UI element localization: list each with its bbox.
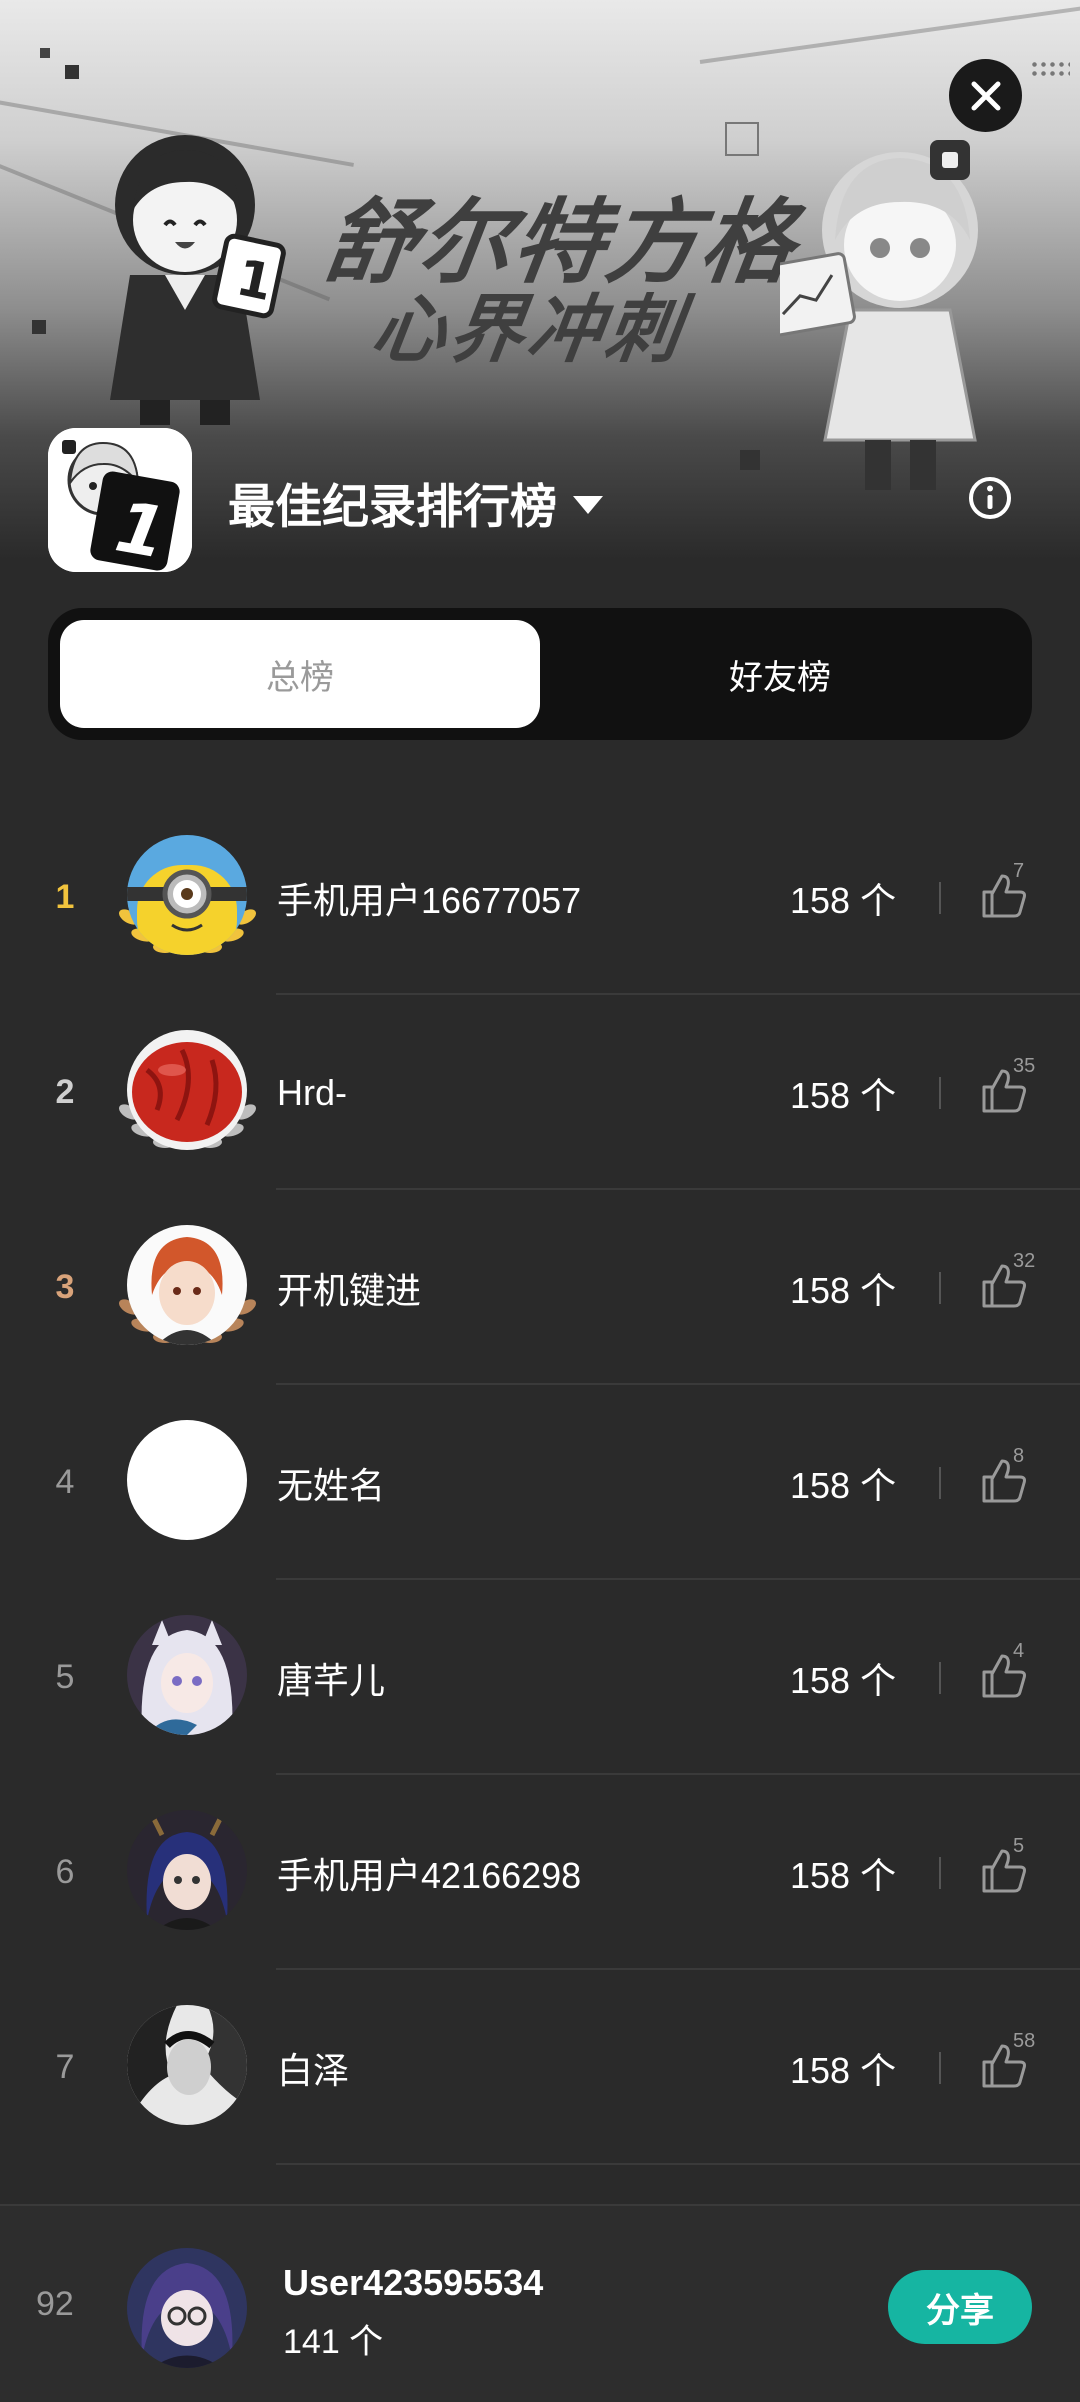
anime-darkhair-avatar — [127, 1810, 247, 1930]
divider — [939, 2052, 941, 2084]
divider — [939, 1467, 941, 1499]
rank-number: 6 — [55, 1853, 75, 1891]
game-logo-icon: 1 — [48, 428, 192, 572]
score: 158 个 — [790, 879, 897, 921]
decor-square — [725, 122, 759, 156]
chibi-girl-left-illustration: 1 — [110, 135, 286, 425]
like-count: 4 — [1013, 1640, 1025, 1662]
leaderboard-row[interactable]: 5 唐芊儿 158 个 4 — [0, 1580, 1080, 1775]
divider — [939, 1857, 941, 1889]
banner-title-line1: 舒尔特方格 — [318, 189, 804, 296]
username: 开机键进 — [277, 1269, 422, 1311]
rank-number: 2 — [55, 1073, 75, 1111]
row-divider — [276, 2163, 1080, 2165]
divider — [939, 1272, 941, 1304]
decor-square — [32, 320, 46, 334]
score: 158 个 — [790, 1074, 897, 1116]
rank-number: 4 — [55, 1463, 75, 1501]
banner-title-line2: 心界冲刺 — [366, 286, 691, 373]
score: 158 个 — [790, 1464, 897, 1506]
score: 158 个 — [790, 1659, 897, 1701]
caret-down-icon — [573, 495, 603, 514]
divider — [939, 1662, 941, 1694]
like-count: 32 — [1013, 1250, 1036, 1272]
username: 白泽 — [277, 2049, 350, 2091]
username: 手机用户16677057 — [277, 879, 582, 921]
my-username: User423595534 — [283, 2262, 544, 2303]
blank-avatar — [127, 1420, 247, 1540]
red-date-avatar — [127, 1030, 247, 1150]
score: 158 个 — [790, 1854, 897, 1896]
decor-dots — [1030, 60, 1070, 80]
leaderboard-row[interactable]: 6 手机用户42166298 158 个 5 — [0, 1775, 1080, 1970]
anime-whitehair-avatar — [127, 1615, 247, 1735]
decor-ray — [699, 1, 1080, 64]
monochrome-avatar — [127, 2005, 247, 2125]
info-icon[interactable] — [967, 475, 1013, 521]
like-count: 5 — [1013, 1835, 1025, 1857]
leaderboard-row[interactable]: 3 开机键进 158 个 32 — [0, 1190, 1080, 1385]
like-count: 8 — [1013, 1445, 1025, 1467]
divider — [939, 882, 941, 914]
username: 手机用户42166298 — [277, 1854, 582, 1896]
chibi-girl-right-illustration — [780, 140, 978, 490]
leaderboard-tabs: 总榜 好友榜 — [48, 608, 1032, 740]
like-count: 58 — [1013, 2030, 1036, 2052]
score: 158 个 — [790, 2049, 897, 2091]
leaderboard-title-dropdown[interactable]: 最佳纪录排行榜 — [228, 468, 603, 537]
close-icon — [971, 81, 1000, 110]
username: 唐芊儿 — [277, 1659, 386, 1701]
close-button[interactable] — [949, 59, 1022, 132]
share-button[interactable]: 分享 — [888, 2270, 1032, 2344]
app-icon: 1 — [48, 428, 192, 572]
my-rank-bar: 92 User423595534 141 个 分享 — [0, 2204, 1080, 2402]
leaderboard-list: 1 手机用户16677057 158 个 7 2 Hrd- 158 个 35 3… — [0, 800, 1080, 2165]
rank-number: 1 — [55, 878, 75, 916]
my-avatar — [127, 2248, 247, 2368]
tab-friends[interactable]: 好友榜 — [540, 620, 1020, 728]
decor-square — [40, 48, 50, 58]
leaderboard-title: 最佳纪录排行榜 — [228, 480, 557, 533]
leaderboard-row[interactable]: 2 Hrd- 158 个 35 — [0, 995, 1080, 1190]
leaderboard-row[interactable]: 1 手机用户16677057 158 个 7 — [0, 800, 1080, 995]
decor-square — [65, 65, 79, 79]
rank-number: 3 — [55, 1268, 75, 1306]
banner-title: 舒尔特方格 心界冲刺 — [293, 189, 817, 373]
like-count: 35 — [1013, 1055, 1036, 1077]
decor-square — [740, 450, 760, 470]
username: Hrd- — [277, 1071, 347, 1113]
tab-overall[interactable]: 总榜 — [60, 620, 540, 728]
rank-number: 7 — [55, 2048, 75, 2086]
my-score: 141 个 — [283, 2323, 384, 2361]
my-rank-number: 92 — [36, 2284, 74, 2323]
leaderboard-row[interactable]: 4 无姓名 158 个 8 — [0, 1385, 1080, 1580]
minion-avatar — [127, 835, 247, 955]
score: 158 个 — [790, 1269, 897, 1311]
leaderboard-row[interactable]: 7 白泽 158 个 58 — [0, 1970, 1080, 2165]
anime-redhair-avatar — [127, 1225, 247, 1345]
rank-number: 5 — [55, 1658, 75, 1696]
divider — [939, 1077, 941, 1109]
like-count: 7 — [1013, 860, 1025, 882]
username: 无姓名 — [277, 1464, 386, 1506]
